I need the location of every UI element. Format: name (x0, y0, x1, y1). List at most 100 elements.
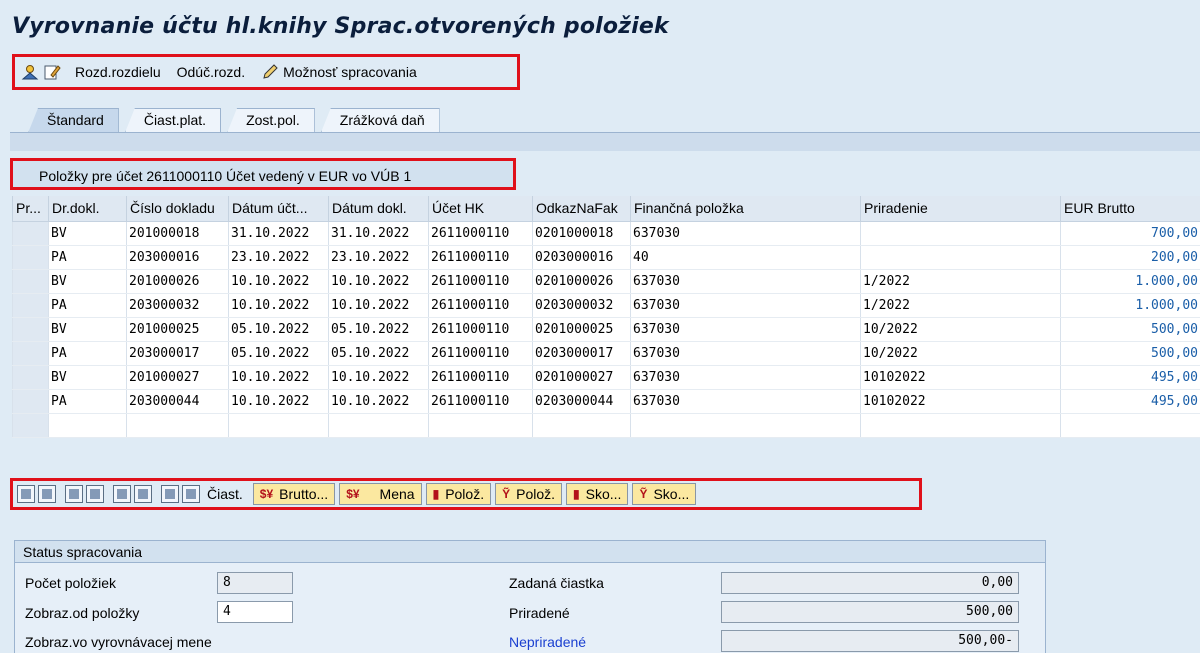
deactivate-discount-label: Sko... (653, 486, 690, 502)
deselect-icon[interactable] (38, 485, 56, 503)
table-cell: 700,00 (1060, 221, 1200, 246)
col-financna-polozka[interactable]: Finančná položka (630, 196, 861, 222)
table-cell: 05.10.2022 (228, 317, 329, 342)
table-row[interactable]: PA 203000044 10.10.2022 10.10.2022 261100011… (12, 389, 1200, 414)
table-cell: 1/2022 (860, 293, 1061, 318)
activate-items-button[interactable]: ▮ Polož. (425, 483, 492, 505)
table-cell: 10.10.2022 (228, 293, 329, 318)
table-cell[interactable] (12, 365, 49, 390)
find-icon[interactable] (161, 485, 179, 503)
table-cell[interactable] (12, 413, 49, 438)
table-row[interactable]: PA 203000032 10.10.2022 10.10.2022 261100011… (12, 293, 1200, 318)
mena-button[interactable]: $¥ Mena (339, 483, 422, 505)
tab-zrazkova-dan[interactable]: Zrážková daň (320, 108, 440, 133)
select-all-icon[interactable] (17, 485, 35, 503)
priradene-field: 500,00 (721, 601, 1019, 623)
table-cell: 637030 (630, 341, 861, 366)
find-next-icon[interactable] (182, 485, 200, 503)
table-cell[interactable] (12, 245, 49, 270)
table-cell: 1/2022 (860, 269, 1061, 294)
table-row[interactable]: PA 203000017 05.10.2022 05.10.2022 261100011… (12, 341, 1200, 366)
table-cell (630, 413, 861, 438)
status-panel: Status spracovania Počet položiek 8 Zobr… (14, 540, 1046, 653)
discount-icon: ▮ (573, 487, 580, 501)
oduc-rozd-button[interactable]: Odúč.rozd. (177, 64, 245, 80)
edit-icon[interactable] (43, 63, 61, 81)
table-row[interactable]: PA 203000016 23.10.2022 23.10.2022 261100011… (12, 245, 1200, 270)
table-cell: BV (48, 269, 127, 294)
filter-icon[interactable] (134, 485, 152, 503)
table-cell: 10/2022 (860, 317, 1061, 342)
brutto-button[interactable]: $¥ Brutto... (252, 483, 336, 505)
table-cell: 31.10.2022 (328, 221, 429, 246)
table-cell: 10.10.2022 (228, 389, 329, 414)
col-odkaz-na-fak[interactable]: OdkazNaFak (532, 196, 631, 222)
table-cell: 637030 (630, 317, 861, 342)
table-cell[interactable] (12, 341, 49, 366)
deactivate-items-button[interactable]: Ỹ Polož. (495, 483, 563, 505)
col-pr[interactable]: Pr... (12, 196, 49, 222)
table-cell: 203000016 (126, 245, 229, 270)
item-off-icon: Ỹ (502, 487, 511, 501)
table-cell: 10/2022 (860, 341, 1061, 366)
section-title: Položky pre účet 2611000110 Účet vedený … (10, 158, 516, 190)
discount-off-icon: Ỹ (639, 487, 648, 501)
table-cell: 201000027 (126, 365, 229, 390)
table-cell: PA (48, 389, 127, 414)
activate-items-icon[interactable] (65, 485, 83, 503)
table-cell: 40 (630, 245, 861, 270)
table-row[interactable] (12, 413, 1200, 438)
table-cell (328, 413, 429, 438)
table-cell[interactable] (12, 389, 49, 414)
table-row[interactable]: BV 201000026 10.10.2022 10.10.2022 261100011… (12, 269, 1200, 294)
table-cell: 10.10.2022 (328, 269, 429, 294)
nepriradene-label[interactable]: Nepriradené (509, 634, 586, 650)
table-cell: 2611000110 (428, 269, 533, 294)
tab-ciast-plat[interactable]: Čiast.plat. (124, 108, 222, 133)
table-cell: 23.10.2022 (328, 245, 429, 270)
mena-label: Mena (379, 486, 415, 502)
table-row[interactable]: BV 201000025 05.10.2022 05.10.2022 261100011… (12, 317, 1200, 342)
table-cell: 0203000017 (532, 341, 631, 366)
table-row[interactable]: BV 201000027 10.10.2022 10.10.2022 261100011… (12, 365, 1200, 390)
item-icon: ▮ (432, 487, 440, 501)
table-cell[interactable] (12, 317, 49, 342)
tab-zost-pol[interactable]: Zost.pol. (227, 108, 315, 133)
moznost-spracovania-button[interactable]: Možnosť spracovania (261, 63, 417, 81)
table-cell[interactable] (12, 221, 49, 246)
table-cell: 203000017 (126, 341, 229, 366)
table-cell: 495,00 (1060, 365, 1200, 390)
table-cell: 2611000110 (428, 365, 533, 390)
col-datum-dokl[interactable]: Dátum dokl. (328, 196, 429, 222)
deactivate-discount-button[interactable]: Ỹ Sko... (632, 483, 697, 505)
table-cell: 0201000027 (532, 365, 631, 390)
rozd-rozdielu-button[interactable]: Rozd.rozdielu (75, 64, 161, 80)
col-eur-brutto[interactable]: EUR Brutto (1060, 196, 1200, 222)
table-cell[interactable] (12, 269, 49, 294)
table-cell[interactable] (12, 293, 49, 318)
activate-discount-button[interactable]: ▮ Sko... (566, 483, 629, 505)
col-datum-uct[interactable]: Dátum účt... (228, 196, 329, 222)
col-dr-dokl[interactable]: Dr.dokl. (48, 196, 127, 222)
tab-standard[interactable]: Štandard (28, 108, 119, 133)
table-cell: 2611000110 (428, 341, 533, 366)
ciast-button[interactable]: Čiast. (207, 486, 243, 502)
sort-ascending-icon[interactable] (113, 485, 131, 503)
activate-items-label: Polož. (445, 486, 485, 502)
status-header: Status spracovania (15, 541, 1045, 563)
table-cell (532, 413, 631, 438)
table-cell: 0203000016 (532, 245, 631, 270)
application-toolbar: Rozd.rozdielu Odúč.rozd. Možnosť spracov… (12, 54, 520, 90)
table-cell (48, 413, 127, 438)
table-cell: 0201000026 (532, 269, 631, 294)
deactivate-items-icon[interactable] (86, 485, 104, 503)
zobraz-vyrovnavacej-mene-label[interactable]: Zobraz.vo vyrovnávacej mene (25, 634, 212, 650)
col-ucet-hk[interactable]: Účet HK (428, 196, 533, 222)
zobraz-od-polozky-label: Zobraz.od položky (25, 605, 140, 621)
col-priradenie[interactable]: Priradenie (860, 196, 1061, 222)
table-cell (1060, 413, 1200, 438)
col-cislo-dokladu[interactable]: Číslo dokladu (126, 196, 229, 222)
person-icon[interactable] (21, 63, 39, 81)
table-row[interactable]: BV 201000018 31.10.2022 31.10.2022 261100011… (12, 221, 1200, 246)
zobraz-od-polozky-input[interactable]: 4 (217, 601, 293, 623)
